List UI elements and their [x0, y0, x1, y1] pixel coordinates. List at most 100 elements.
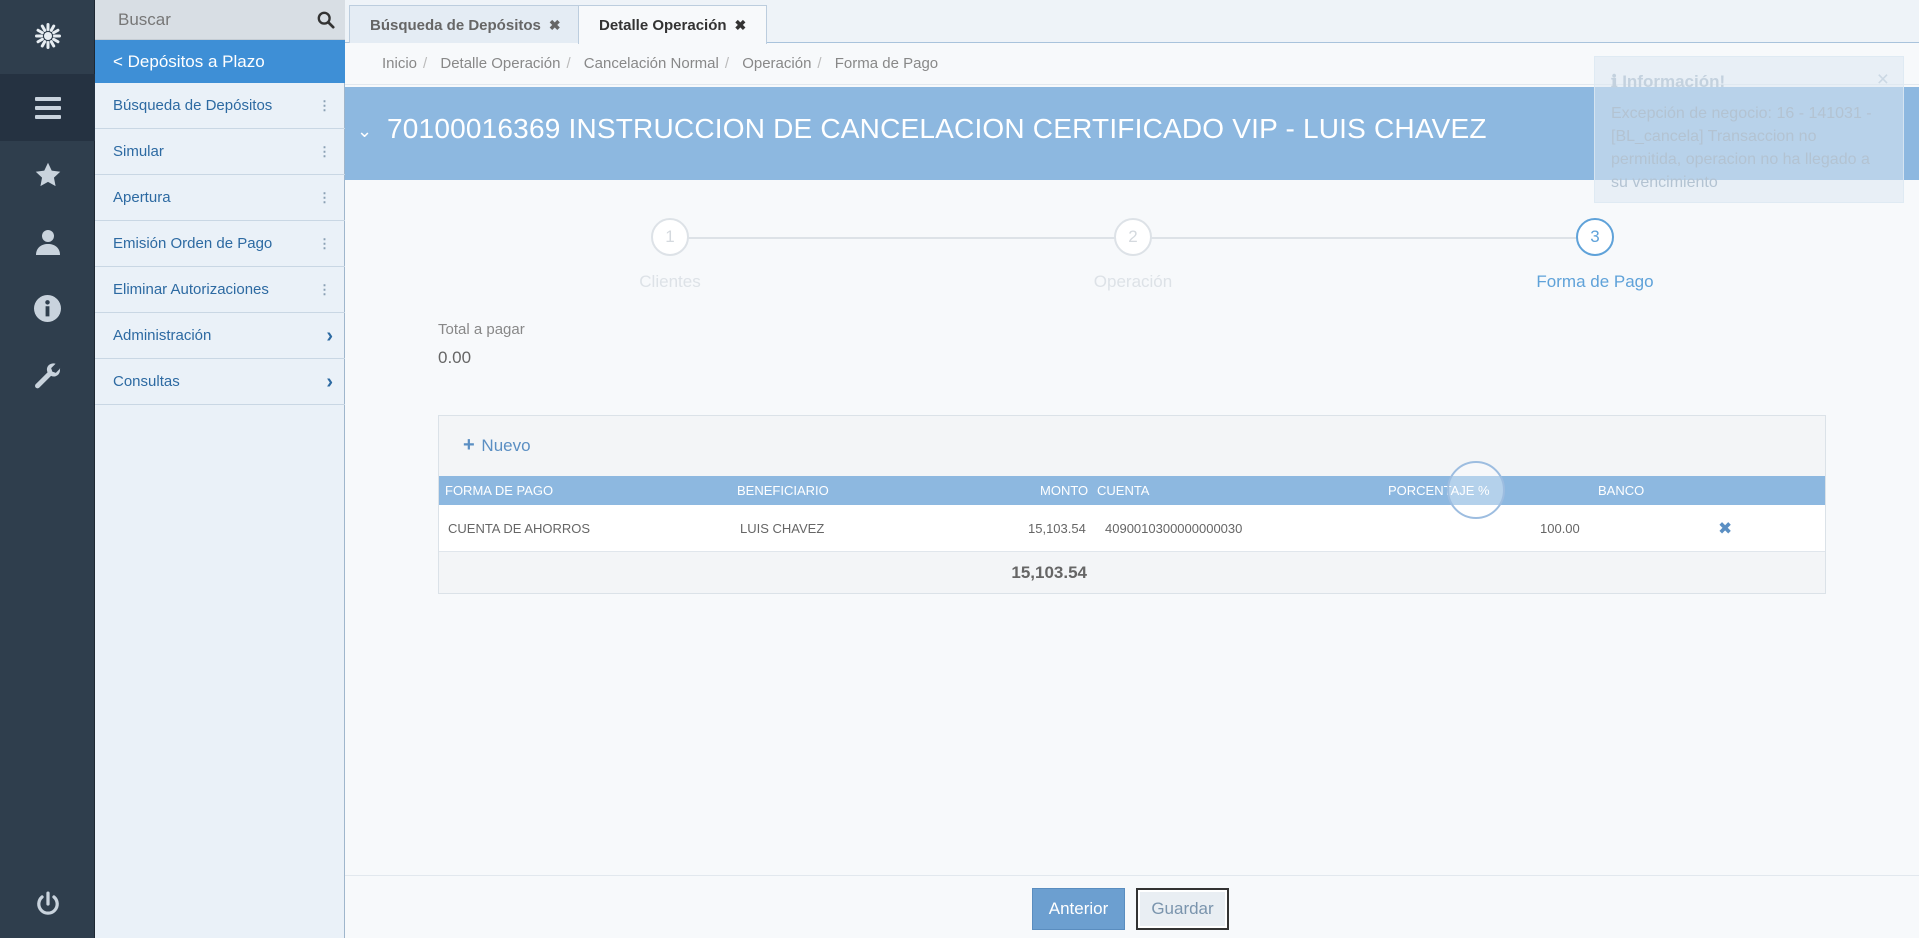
wizard-step-clientes[interactable]: 1 Clientes — [570, 218, 770, 292]
star-icon — [35, 162, 60, 186]
column-header[interactable]: CUENTA — [1097, 476, 1149, 505]
anterior-button[interactable]: Anterior — [1032, 888, 1125, 930]
step-label: Operación — [1093, 272, 1173, 291]
search-input[interactable] — [95, 0, 305, 40]
sidebar-item-emision[interactable]: Emisión Orden de Pago ⋮ — [95, 221, 345, 267]
new-button-label: Nuevo — [481, 436, 531, 455]
sidebar-item-consultas[interactable]: Consultas › — [95, 359, 345, 405]
breadcrumb-separator: / — [566, 55, 571, 72]
payment-table-panel: + Nuevo FORMA DE PAGO BENEFICIARIO MONTO… — [438, 415, 1826, 594]
toast-message: Excepción de negocio: 16 - 141031 - [BL_… — [1611, 105, 1872, 191]
table-total: 15,103.54 — [1011, 563, 1087, 582]
sidebar-item-label: Simular — [113, 143, 164, 160]
power-icon — [36, 891, 59, 915]
app-root: < Depósitos a Plazo Búsqueda de Depósito… — [0, 0, 1919, 938]
rail-logout[interactable] — [0, 870, 95, 937]
plus-icon: + — [463, 434, 475, 456]
wrench-icon — [34, 362, 60, 388]
menu-icon — [34, 96, 61, 119]
logo[interactable] — [0, 0, 95, 72]
more-vertical-icon[interactable]: ⋮ — [318, 129, 331, 175]
tab-busqueda-depositos[interactable]: Búsqueda de Depósitos ✖ — [349, 5, 582, 43]
wizard-step-operacion[interactable]: 2 Operación — [1033, 218, 1233, 292]
cell-beneficiario: LUIS CHAVEZ — [740, 521, 825, 536]
step-number: 1 — [651, 218, 689, 256]
chevron-down-icon[interactable]: ⌄ — [357, 121, 372, 142]
cell-monto: 15,103.54 — [1028, 521, 1086, 536]
table-footer: 15,103.54 — [439, 553, 1825, 593]
more-vertical-icon[interactable]: ⋮ — [318, 221, 331, 267]
more-vertical-icon[interactable]: ⋮ — [318, 83, 331, 129]
total-label: Total a pagar — [438, 321, 525, 338]
sidebar-search — [95, 0, 345, 40]
sidebar-item-eliminar[interactable]: Eliminar Autorizaciones ⋮ — [95, 267, 345, 313]
chevron-right-icon: › — [326, 325, 333, 347]
sidebar-item-label: Consultas — [113, 373, 180, 390]
search-icon[interactable] — [317, 11, 335, 29]
chevron-right-icon: › — [326, 371, 333, 393]
form-footer: Anterior Guardar — [345, 875, 1919, 938]
logo-icon — [34, 23, 61, 49]
cell-porcentaje: 100.00 — [1540, 521, 1580, 536]
sidebar-menu: Búsqueda de Depósitos ⋮ Simular ⋮ Apertura… — [95, 83, 345, 405]
close-icon[interactable]: ✖ — [735, 17, 747, 33]
sidebar-item-label: Apertura — [113, 189, 171, 206]
rail-info[interactable] — [0, 275, 95, 342]
breadcrumb-item[interactable]: Operación — [742, 55, 811, 72]
delete-icon[interactable]: ✖ — [1718, 505, 1732, 552]
sidebar-item-busqueda[interactable]: Búsqueda de Depósitos ⋮ — [95, 83, 345, 129]
sidebar-item-administracion[interactable]: Administración › — [95, 313, 345, 359]
sidebar-item-apertura[interactable]: Apertura ⋮ — [95, 175, 345, 221]
sidebar-item-label: Eliminar Autorizaciones — [113, 281, 269, 298]
table-row[interactable]: CUENTA DE AHORROS LUIS CHAVEZ 15,103.54 … — [439, 505, 1825, 552]
step-number: 3 — [1576, 218, 1614, 256]
close-icon[interactable]: × — [1877, 68, 1889, 92]
more-vertical-icon[interactable]: ⋮ — [318, 175, 331, 221]
sidebar: < Depósitos a Plazo Búsqueda de Depósito… — [95, 0, 345, 938]
step-label: Clientes — [639, 272, 701, 291]
info-icon — [34, 295, 61, 322]
click-ripple — [1447, 461, 1505, 519]
breadcrumb-item[interactable]: Cancelación Normal — [584, 55, 719, 72]
breadcrumb-item[interactable]: Inicio — [382, 55, 417, 72]
rail-menu[interactable] — [0, 74, 95, 141]
breadcrumb-item: Forma de Pago — [834, 55, 939, 72]
back-to-depositos[interactable]: < Depósitos a Plazo — [95, 40, 345, 83]
breadcrumb-separator: / — [724, 55, 730, 72]
close-icon[interactable]: ✖ — [549, 17, 561, 33]
sidebar-item-label: Emisión Orden de Pago — [113, 235, 273, 252]
breadcrumb-item[interactable]: Detalle Operación — [440, 55, 560, 72]
guardar-button[interactable]: Guardar — [1136, 888, 1229, 930]
toast-title-text: Información! — [1622, 72, 1726, 91]
icon-rail — [0, 0, 95, 938]
sidebar-item-simular[interactable]: Simular ⋮ — [95, 129, 345, 175]
tab-bar: Búsqueda de Depósitos ✖ Detalle Operación… — [345, 0, 1919, 44]
step-number: 2 — [1114, 218, 1152, 256]
tab-label: Búsqueda de Depósitos — [370, 17, 541, 34]
breadcrumb-separator: / — [817, 55, 822, 72]
sidebar-item-label: Búsqueda de Depósitos — [113, 97, 273, 114]
rail-favorites[interactable] — [0, 141, 95, 208]
toast-title: ℹ Información! — [1611, 72, 1887, 92]
column-header[interactable]: BENEFICIARIO — [737, 476, 829, 505]
sidebar-item-label: Administración — [113, 327, 212, 344]
step-label: Forma de Pago — [1536, 272, 1654, 291]
info-icon: ℹ — [1611, 72, 1618, 91]
table-header: FORMA DE PAGO BENEFICIARIO MONTO CUENTA … — [439, 476, 1825, 505]
wizard-step-forma-pago[interactable]: 3 Forma de Pago — [1495, 218, 1695, 292]
cell-cuenta: 4090010300000000030 — [1105, 521, 1243, 536]
column-header[interactable]: BANCO — [1598, 476, 1644, 505]
tab-detalle-operacion[interactable]: Detalle Operación ✖ — [578, 5, 768, 44]
info-toast: ℹ Información! Excepción de negocio: 16 … — [1594, 56, 1904, 203]
user-icon — [35, 229, 60, 255]
page-title: 70100016369 INSTRUCCION DE CANCELACION C… — [387, 113, 1487, 144]
cell-forma-pago: CUENTA DE AHORROS — [448, 521, 591, 536]
rail-tools[interactable] — [0, 342, 95, 409]
column-header[interactable]: MONTO — [1040, 476, 1088, 505]
total-value: 0.00 — [438, 348, 472, 367]
more-vertical-icon[interactable]: ⋮ — [318, 267, 331, 313]
column-header[interactable]: FORMA DE PAGO — [445, 476, 553, 505]
new-button[interactable]: + Nuevo — [463, 434, 531, 457]
rail-user[interactable] — [0, 208, 95, 275]
breadcrumb-separator: / — [423, 55, 428, 72]
